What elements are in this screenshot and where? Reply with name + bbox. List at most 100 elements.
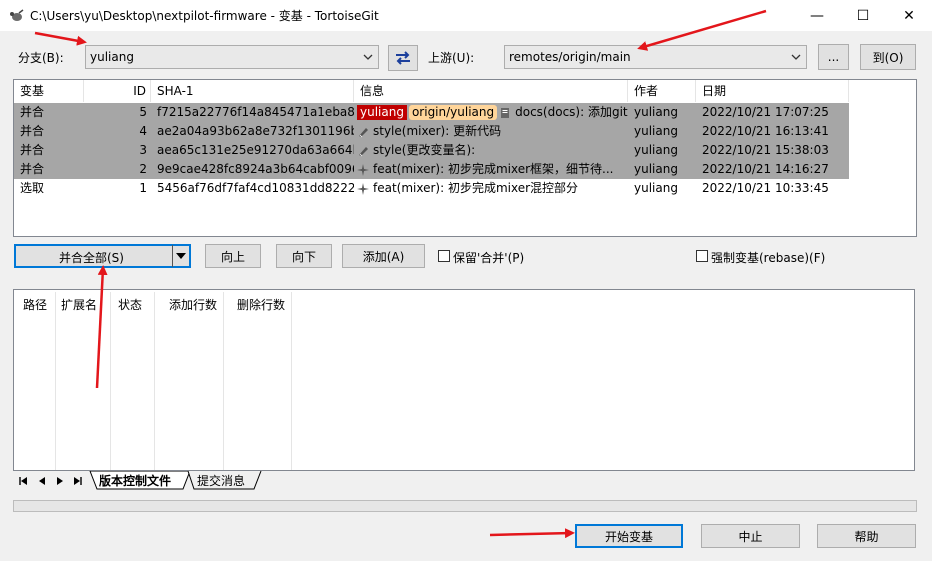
cell-action: 并合	[20, 162, 45, 176]
commit-row[interactable]: 并合 2 9e9cae428fc8924a3b64cabf0096ec... feat…	[14, 160, 849, 179]
tortoisegit-icon	[10, 9, 24, 21]
cell-message: style(mixer): 更新代码	[354, 122, 628, 141]
local-branch-tag: yuliang	[357, 105, 407, 120]
move-up-button[interactable]: 向上	[205, 244, 261, 268]
cell-action: 并合	[20, 124, 45, 138]
column-header-added-lines[interactable]: 添加行数	[169, 296, 217, 313]
cell-message: feat(mixer): 初步完成mixer框架，细节待...	[354, 160, 628, 179]
cell-id: 1	[139, 181, 147, 195]
cell-id: 4	[139, 124, 147, 138]
cell-message: feat(mixer): 初步完成mixer混控部分	[354, 179, 628, 198]
window-title: C:\Users\yu\Desktop\nextpilot-firmware -…	[30, 9, 379, 23]
commit-message: feat(mixer): 初步完成mixer混控部分	[373, 181, 579, 195]
commit-message: docs(docs): 添加git...	[515, 105, 628, 119]
column-header-rebase[interactable]: 变基	[14, 80, 84, 102]
column-header-status[interactable]: 状态	[118, 296, 142, 313]
cell-date: 2022/10/21 16:13:41	[702, 124, 829, 138]
maximize-button[interactable]: ☐	[840, 0, 886, 31]
commit-row[interactable]: 并合 4 ae2a04a93b62a8e732f1301196bfc9... styl…	[14, 122, 849, 141]
chevron-down-icon	[791, 54, 801, 60]
file-list[interactable]: 路径 扩展名 状态 添加行数 删除行数	[13, 289, 915, 471]
tab-last-icon[interactable]	[73, 476, 83, 486]
annotation-arrow-branch	[34, 31, 87, 46]
branch-label: 分支(B):	[18, 51, 64, 65]
cell-sha: f7215a22776f14a845471a1eba8ccd...	[157, 105, 354, 119]
cell-author: yuliang	[634, 162, 678, 176]
cell-author: yuliang	[634, 124, 678, 138]
commit-row[interactable]: 并合 3 aea65c131e25e91270da63a664b40... style…	[14, 141, 849, 160]
chevron-down-icon	[363, 54, 373, 60]
commit-row[interactable]: 并合5f7215a22776f14a845471a1eba8ccd...yuli…	[14, 103, 849, 122]
dropdown-arrow-icon[interactable]	[176, 252, 186, 260]
brush-icon	[359, 127, 368, 137]
cell-author: yuliang	[634, 181, 678, 195]
browse-button[interactable]: ...	[818, 44, 849, 70]
cell-sha: aea65c131e25e91270da63a664b40...	[157, 143, 354, 157]
cell-date: 2022/10/21 15:38:03	[702, 143, 829, 157]
tab-prev-icon[interactable]	[37, 476, 47, 486]
force-rebase-checkbox[interactable]	[696, 250, 708, 262]
cell-date: 2022/10/21 14:16:27	[702, 162, 829, 176]
commit-row[interactable]: 选取 1 5456af76df7faf4cd10831dd8222e9... feat…	[14, 179, 849, 198]
cell-author: yuliang	[634, 143, 678, 157]
column-header-author[interactable]: 作者	[628, 80, 696, 102]
minimize-button[interactable]: —	[794, 0, 840, 31]
abort-button[interactable]: 中止	[701, 524, 800, 548]
column-header-sha[interactable]: SHA-1	[151, 80, 354, 102]
annotation-arrow-start	[489, 528, 575, 539]
force-rebase-label: 强制变基(rebase)(F)	[711, 251, 826, 265]
cell-sha: 5456af76df7faf4cd10831dd8222e9...	[157, 181, 354, 195]
cell-id: 3	[139, 143, 147, 157]
column-header-date[interactable]: 日期	[696, 80, 849, 102]
help-button[interactable]: 帮助	[817, 524, 916, 548]
squash-all-label: 并合全部(S)	[59, 251, 124, 265]
swap-branches-button[interactable]	[388, 45, 418, 71]
column-header-deleted-lines[interactable]: 删除行数	[237, 296, 285, 313]
column-header-id[interactable]: ID	[84, 80, 151, 102]
branch-combo[interactable]: yuliang	[85, 45, 379, 69]
cell-id: 2	[139, 162, 147, 176]
cell-sha: ae2a04a93b62a8e732f1301196bfc9...	[157, 124, 354, 138]
progress-bar	[13, 500, 917, 512]
branch-value: yuliang	[90, 50, 134, 64]
docs-icon	[501, 107, 510, 118]
cell-date: 2022/10/21 10:33:45	[702, 181, 829, 195]
add-button[interactable]: 添加(A)	[342, 244, 425, 268]
tab-first-icon[interactable]	[18, 476, 28, 486]
to-button[interactable]: 到(O)	[860, 44, 916, 70]
commit-table[interactable]: 变基 ID SHA-1 信息 作者 日期 并合 5 f7215a22776f14a8…	[13, 79, 917, 237]
tab-next-icon[interactable]	[55, 476, 65, 486]
upstream-label: 上游(U):	[428, 51, 475, 65]
column-header-message[interactable]: 信息	[354, 80, 628, 102]
upstream-value: remotes/origin/main	[509, 50, 631, 64]
cell-author: yuliang	[634, 105, 678, 119]
preserve-merge-checkbox[interactable]	[438, 250, 450, 262]
sparkle-icon	[357, 182, 369, 195]
tab-versioned-files[interactable]: 版本控制文件	[99, 472, 171, 489]
preserve-merge-label: 保留'合并'(P)	[453, 251, 525, 265]
cell-message: style(更改变量名):	[354, 141, 628, 160]
commit-message: feat(mixer): 初步完成mixer框架，细节待...	[373, 162, 614, 176]
cell-message: yuliang origin/yuliang docs(docs): 添加git..…	[354, 103, 628, 122]
commit-message: style(mixer): 更新代码	[373, 124, 502, 138]
move-down-button[interactable]: 向下	[276, 244, 332, 268]
cell-action: 选取	[20, 181, 45, 195]
squash-all-split-button[interactable]: 并合全部(S)	[14, 244, 191, 268]
close-button[interactable]: ✕	[886, 0, 932, 31]
cell-id: 5	[139, 105, 147, 119]
start-rebase-button[interactable]: 开始变基	[575, 524, 683, 548]
cell-date: 2022/10/21 17:07:25	[702, 105, 829, 119]
cell-action: 并合	[20, 105, 45, 119]
swap-arrows-icon	[396, 51, 410, 65]
remote-branch-tag: origin/yuliang	[408, 105, 498, 120]
cell-sha: 9e9cae428fc8924a3b64cabf0096ec...	[157, 162, 354, 176]
cell-action: 并合	[20, 143, 45, 157]
sparkle-icon	[357, 163, 369, 176]
brush-icon	[359, 146, 368, 156]
column-header-extension[interactable]: 扩展名	[61, 296, 97, 313]
upstream-combo[interactable]: remotes/origin/main	[504, 45, 807, 69]
commit-message: style(更改变量名):	[373, 143, 476, 157]
column-header-path[interactable]: 路径	[23, 296, 47, 313]
title-bar: C:\Users\yu\Desktop\nextpilot-firmware -…	[0, 0, 932, 31]
tab-commit-message[interactable]: 提交消息	[197, 472, 245, 489]
